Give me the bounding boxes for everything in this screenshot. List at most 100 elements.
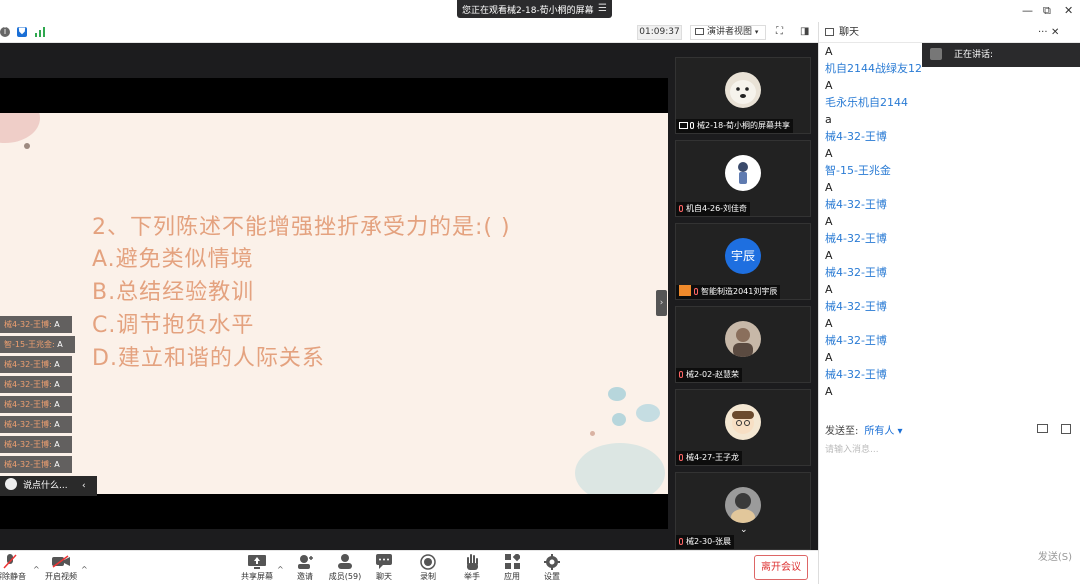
participant-name: 械4-27-王子龙 [676, 451, 743, 465]
chat-message-text: A [825, 181, 833, 194]
video-tile[interactable]: 械4-27-王子龙 [675, 389, 811, 466]
hand-icon [463, 553, 481, 570]
participant-name: 智能制造2041刘宇辰 [676, 285, 781, 299]
avatar [725, 487, 761, 523]
audio-options-caret[interactable]: ^ [33, 565, 40, 574]
mic-muted-icon [1, 554, 19, 569]
option-c: C.调节抱负水平 [92, 313, 255, 338]
settings-button[interactable]: 设置 [532, 553, 572, 582]
letterbox-bottom [0, 494, 668, 529]
chat-sender: 械4-32-王博 [825, 266, 887, 279]
minimize-button[interactable]: — [1022, 4, 1033, 17]
fullscreen-icon[interactable]: ⛶ [776, 26, 783, 37]
chevron-down-icon: ▾ [754, 28, 759, 36]
chat-sender: 械4-32-王博 [825, 130, 887, 143]
question-text: 2、下列陈述不能增强挫折承受力的是:( ) [92, 215, 511, 240]
chat-sender: 械4-32-王博 [825, 232, 887, 245]
send-to-label: 发送至: [825, 426, 859, 437]
video-tile[interactable]: 械2-18-荀小桐的屏幕共享 [675, 57, 811, 134]
chat-sender: 械4-32-王博 [825, 300, 887, 313]
raise-hand-button[interactable]: 举手 [452, 553, 492, 582]
apps-icon [503, 554, 521, 569]
letterbox-top [0, 78, 668, 113]
share-options-caret[interactable]: ^ [277, 565, 284, 574]
option-d: D.建立和谐的人际关系 [92, 346, 325, 371]
overlay-chat-input[interactable]: 说点什么... ‹ [0, 476, 97, 496]
chevron-down-icon[interactable]: ⌄ [740, 525, 748, 535]
leave-meeting-button[interactable]: 离开会议 [754, 555, 808, 580]
share-banner[interactable]: 您正在观看械2-18-荀小桐的屏幕 ☰ [457, 0, 612, 18]
option-a: A.避免类似情境 [92, 247, 254, 272]
chat-icon [825, 28, 834, 36]
more-icon[interactable]: ··· [1038, 22, 1048, 43]
chat-message-text: A [825, 249, 833, 262]
participant-name: 械2-18-荀小桐的屏幕共享 [676, 119, 794, 133]
participants-icon [336, 554, 354, 569]
start-video-button[interactable]: 开启视频 [41, 554, 81, 582]
share-screen-button[interactable]: 共享屏幕 [237, 554, 277, 582]
mic-muted-icon [694, 288, 698, 295]
chevron-left-icon[interactable]: ‹ [82, 476, 86, 496]
file-icon[interactable] [1037, 424, 1048, 433]
decor-blob [0, 113, 40, 143]
shield-icon[interactable]: ⛊ [17, 27, 27, 37]
video-tile[interactable]: 机自4-26-刘佳奇 [675, 140, 811, 217]
meeting-toolbar: 解除静音 ^ 开启视频 ^ 共享屏幕 ^ 邀请 成员(59) 聊天 录制 [0, 550, 818, 584]
chat-title: 聊天 [839, 27, 859, 38]
decor-blob [575, 443, 665, 494]
chat-button[interactable]: 聊天 [364, 554, 404, 582]
unmute-button[interactable]: 解除静音 [0, 554, 30, 582]
video-tile[interactable]: 宇辰 智能制造2041刘宇辰 [675, 223, 811, 300]
close-button[interactable]: ✕ [1064, 4, 1073, 17]
apps-button[interactable]: 应用 [492, 554, 532, 582]
chat-sender: 智-15-王兆金 [825, 164, 891, 177]
screenshot-icon[interactable] [1061, 424, 1071, 434]
view-mode-select[interactable]: 演讲者视图 ▾ [690, 25, 766, 40]
video-gallery: 械2-18-荀小桐的屏幕共享 机自4-26-刘佳奇 宇辰 智能制造2041刘宇辰… [668, 43, 818, 550]
mic-muted-icon [679, 454, 683, 461]
gear-icon [543, 553, 561, 570]
video-tile[interactable]: 械2-02-赵慧荣 [675, 306, 811, 383]
share-screen-icon [248, 554, 266, 569]
invite-button[interactable]: 邀请 [285, 554, 325, 582]
send-button[interactable]: 发送(S) [1038, 548, 1072, 563]
signal-icon[interactable] [35, 27, 45, 37]
participant-name: 械2-30-张晨 [676, 535, 735, 549]
send-to-select[interactable]: 所有人 ▾ [864, 426, 902, 437]
chat-sender: 毛永乐机自2144 [825, 96, 908, 109]
speaking-label: 正在讲话: [954, 50, 994, 60]
chat-message-text: a [825, 113, 832, 126]
avatar [725, 321, 761, 357]
decor-dot [590, 431, 595, 436]
menu-icon[interactable]: ☰ [598, 3, 607, 14]
chat-message-list[interactable]: A 机自2144战绿友12 A 毛永乐机自2144 a 械4-32-王博 A 智… [825, 43, 1075, 400]
speaker-avatar [930, 48, 942, 60]
title-bar: 您正在观看械2-18-荀小桐的屏幕 ☰ — ⧉ ✕ [0, 0, 1080, 22]
record-button[interactable]: 录制 [408, 553, 448, 582]
meeting-info-bar: i ⛊ 01:09:37 演讲者视图 ▾ ⛶ ◨ [0, 22, 818, 43]
mic-muted-icon [679, 538, 683, 545]
video-options-caret[interactable]: ^ [81, 565, 88, 574]
chat-message-text: A [825, 147, 833, 160]
camera-off-icon [52, 554, 70, 569]
video-tile[interactable]: ⌄ 械2-30-张晨 [675, 472, 811, 550]
participants-button[interactable]: 成员(59) [325, 554, 365, 582]
layout-icon [695, 28, 704, 35]
info-icon[interactable]: i [0, 27, 10, 37]
participant-name: 机自4-26-刘佳奇 [676, 202, 751, 216]
chat-panel: 聊天 ··· ✕ A 机自2144战绿友12 A 毛永乐机自2144 a 械4-… [818, 22, 1080, 584]
mic-icon [690, 122, 694, 129]
emoji-icon[interactable] [5, 478, 17, 490]
overlay-chat-message: 械4-32-王博: A [0, 376, 72, 393]
mic-muted-icon [679, 371, 683, 378]
chat-close-icon[interactable]: ✕ [1051, 22, 1059, 43]
collapse-gallery-button[interactable]: › [656, 290, 667, 316]
chat-message-text: A [825, 317, 833, 330]
mic-muted-icon [679, 205, 683, 212]
maximize-button[interactable]: ⧉ [1043, 4, 1051, 18]
chat-input[interactable]: 请输入消息... [825, 442, 879, 455]
overlay-chat-message: 械4-32-王博: A [0, 356, 72, 373]
sidebar-toggle-icon[interactable]: ◨ [800, 26, 809, 37]
avatar [725, 72, 761, 108]
share-banner-text: 您正在观看械2-18-荀小桐的屏幕 [462, 5, 594, 16]
